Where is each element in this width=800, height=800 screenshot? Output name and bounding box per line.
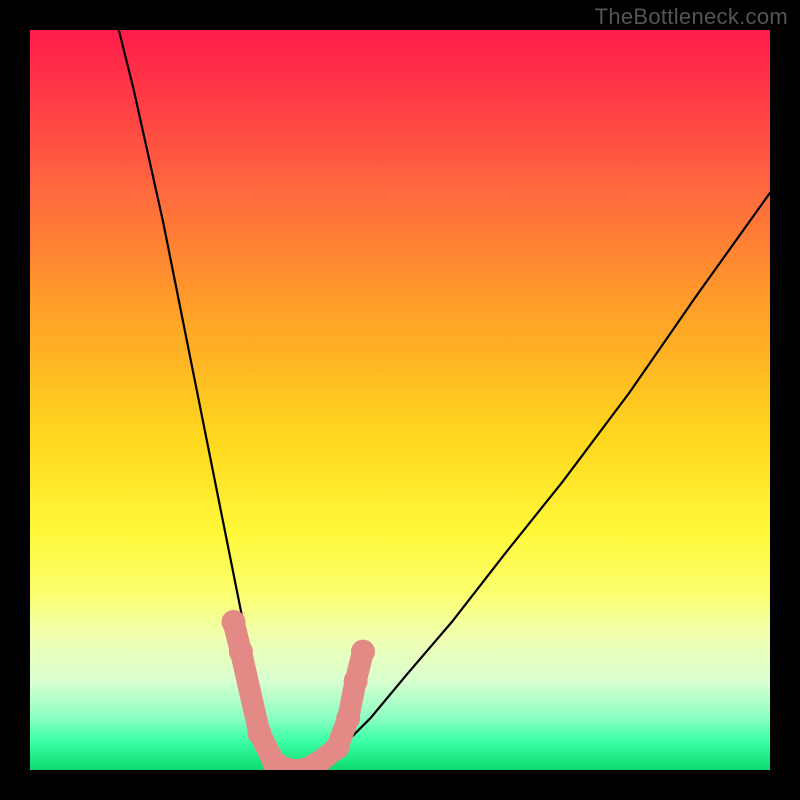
curve-marker	[351, 640, 375, 664]
bottleneck-curve	[119, 30, 770, 770]
curve-marker	[325, 736, 349, 760]
curve-marker	[247, 721, 271, 745]
curve-marker	[344, 669, 368, 693]
plot-area	[30, 30, 770, 770]
curve-marker	[336, 706, 360, 730]
curve-marker	[222, 610, 246, 634]
curve-layer	[30, 30, 770, 770]
curve-marker	[229, 640, 253, 664]
watermark-text: TheBottleneck.com	[595, 4, 788, 30]
outer-frame: TheBottleneck.com	[0, 0, 800, 800]
